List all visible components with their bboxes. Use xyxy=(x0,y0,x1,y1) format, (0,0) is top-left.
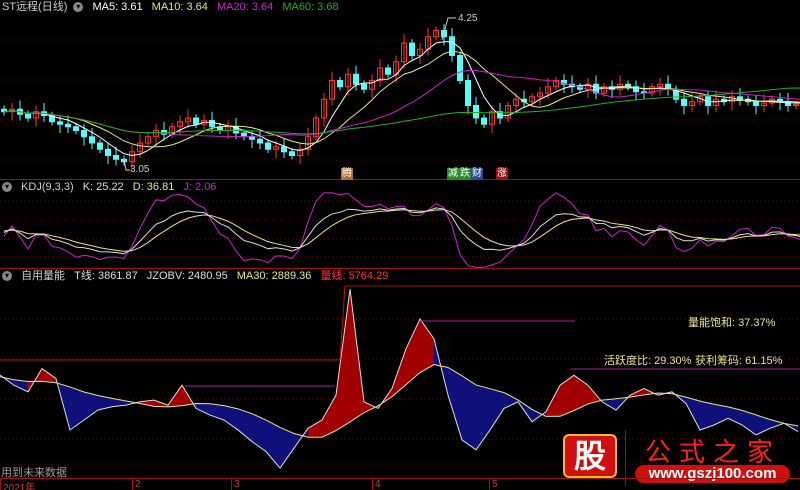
axis-label: 4 xyxy=(372,479,381,490)
ma5-value: MA5: 3.61 xyxy=(92,1,143,13)
j-value: J: 2.06 xyxy=(183,181,217,193)
candle-body xyxy=(113,155,119,160)
t-line-value: T线: 3861.87 xyxy=(74,270,138,282)
j-line xyxy=(3,192,800,268)
volume-line-value: 量线: 5764.29 xyxy=(320,270,389,282)
volume-title: 自用量能 xyxy=(21,270,66,282)
low-price-label: 3.05 xyxy=(130,164,150,175)
jzobv-value: JZOBV: 2480.95 xyxy=(146,270,228,282)
candle-body xyxy=(785,101,791,106)
candle-body xyxy=(473,105,479,119)
energy-area xyxy=(70,386,84,430)
energy-area xyxy=(448,367,462,440)
candle-body xyxy=(353,73,359,85)
axis-label: 3 xyxy=(231,479,240,490)
energy-area xyxy=(224,405,238,430)
candle-body xyxy=(361,83,367,90)
ma60-line xyxy=(3,87,800,135)
candle-body xyxy=(57,121,63,125)
candle-body xyxy=(193,117,199,125)
candle-body xyxy=(457,55,463,81)
energy-area xyxy=(84,391,98,421)
logo-badge: 股 xyxy=(563,434,617,478)
stock-title: ST远程(日线) xyxy=(2,1,68,13)
axis-label: 5 xyxy=(489,479,498,490)
candle-body xyxy=(257,138,263,144)
signal-tag: 减 xyxy=(447,168,459,180)
d-line xyxy=(3,209,800,252)
ma60-value: MA60: 3.68 xyxy=(282,1,339,13)
candle-body xyxy=(25,113,31,119)
ma10-value: MA10: 3.64 xyxy=(151,1,208,13)
candle-body xyxy=(409,42,415,56)
dropdown-icon[interactable]: ▾ xyxy=(2,271,12,282)
d-value: D: 36.81 xyxy=(132,181,175,193)
high-price-label: 4.25 xyxy=(458,13,478,24)
energy-area xyxy=(266,420,280,469)
candle-body xyxy=(753,101,759,106)
candle-body xyxy=(281,146,287,153)
saturation-label: 量能饱和: 37.37% xyxy=(688,317,776,329)
volume-header: ▾ 自用量能 T线: 3861.87 JZOBV: 2480.95 MA30: … xyxy=(2,270,394,283)
candle-body xyxy=(73,126,79,131)
energy-area xyxy=(504,392,518,409)
dropdown-icon[interactable]: ▾ xyxy=(2,182,12,193)
candle-body xyxy=(81,130,87,138)
profit-label: 获利筹码: 61.15% xyxy=(695,355,783,367)
price-header: ST远程(日线) ▾ MA5: 3.61 MA10: 3.64 MA20: 3.6… xyxy=(2,1,345,14)
candle-body xyxy=(385,67,391,75)
candle-body xyxy=(97,142,103,150)
ma20-value: MA20: 3.64 xyxy=(216,1,274,13)
kdj-header: ▾ KDJ(9,3,3) K: 25.22 D: 36.81 J: 2.06 xyxy=(2,181,222,194)
candle-body xyxy=(265,142,271,150)
kdj-panel[interactable] xyxy=(0,181,800,269)
energy-area xyxy=(490,388,504,430)
candle-body xyxy=(681,98,687,106)
energy-area xyxy=(238,408,252,442)
axis-label: 2 xyxy=(132,479,141,490)
energy-area xyxy=(308,420,322,438)
ma10-line xyxy=(3,50,800,148)
ma30-value: MA30: 2889.36 xyxy=(236,270,312,282)
candle-body xyxy=(449,36,455,56)
dropdown-icon[interactable]: ▾ xyxy=(73,2,84,13)
candle-body xyxy=(89,136,95,144)
date-axis: 2021年 2 3 4 5 xyxy=(0,478,800,490)
logo-name: 公式之家 xyxy=(645,438,782,468)
candle-body xyxy=(209,120,215,128)
candle-body xyxy=(337,80,343,88)
stock-chart-window: ST远程(日线) ▾ MA5: 3.61 MA10: 3.64 MA20: 3.6… xyxy=(0,0,800,490)
candle-body xyxy=(249,136,255,140)
energy-area xyxy=(42,368,56,383)
candle-body xyxy=(105,148,111,156)
candle-body xyxy=(465,80,471,106)
k-value: K: 25.22 xyxy=(82,181,124,193)
signal-tag: 涨 xyxy=(496,168,508,180)
energy-area xyxy=(462,375,476,450)
energy-area xyxy=(560,375,574,417)
signal-tag: 财 xyxy=(471,168,483,180)
signal-tag: 跌 xyxy=(459,168,471,180)
k-line xyxy=(3,207,800,255)
price-panel[interactable] xyxy=(0,0,800,180)
candle-body xyxy=(289,151,295,156)
kdj-title: KDJ(9,3,3) xyxy=(21,181,74,193)
energy-area xyxy=(280,427,294,469)
signal-tag: 腾 xyxy=(341,168,353,180)
axis-label: 2021年 xyxy=(0,479,35,490)
activity-label: 活跃度比: 29.30% xyxy=(604,355,692,367)
energy-area xyxy=(420,318,434,373)
candle-body xyxy=(65,123,71,128)
candle-body xyxy=(481,117,487,125)
